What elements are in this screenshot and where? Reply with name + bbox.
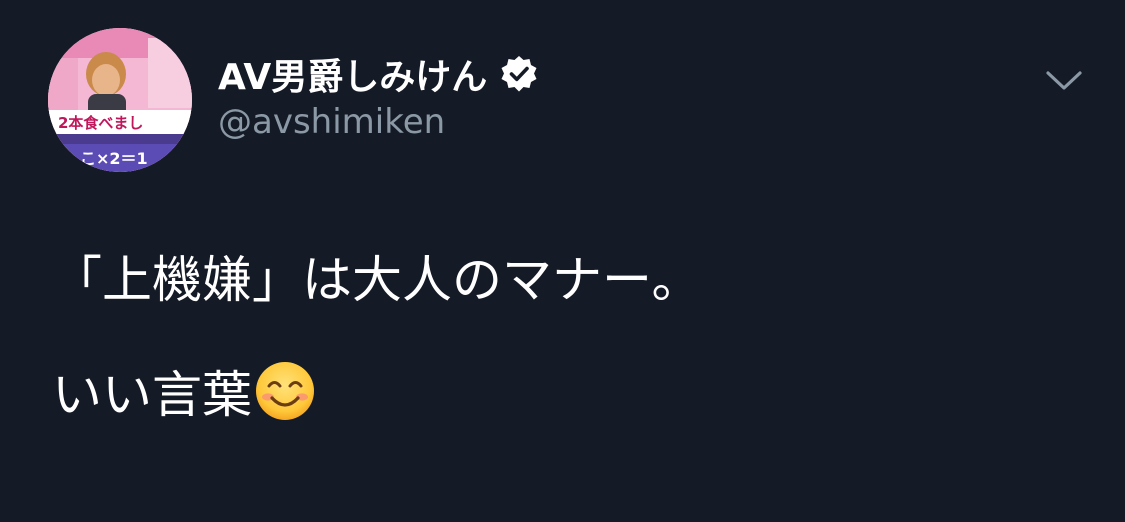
tweet: 2本食べまし こ×2＝1 AV男爵しみけん @avshimiken 「上機嫌」は… — [0, 0, 1125, 522]
author-handle[interactable]: @avshimiken — [218, 102, 445, 142]
verified-badge-icon — [499, 54, 539, 94]
author-name-row: AV男爵しみけん — [218, 48, 539, 100]
tweet-line: 「上機嫌」は大人のマナー。 — [52, 250, 1092, 310]
smiling-face-emoji-icon — [254, 360, 316, 422]
tweet-line-2: いい言葉 — [52, 366, 252, 424]
avatar-caption-top: 2本食べまし — [58, 114, 143, 132]
avatar[interactable]: 2本食べまし こ×2＝1 — [48, 28, 192, 172]
avatar-caption-bottom: こ×2＝1 — [80, 149, 148, 168]
chevron-down-icon[interactable] — [1044, 64, 1084, 96]
tweet-text: 「上機嫌」は大人のマナー。 いい言葉 — [52, 250, 1092, 425]
tweet-line: いい言葉 — [52, 360, 1092, 425]
tweet-line-1: 「上機嫌」は大人のマナー。 — [52, 251, 702, 309]
display-name[interactable]: AV男爵しみけん — [218, 48, 487, 100]
